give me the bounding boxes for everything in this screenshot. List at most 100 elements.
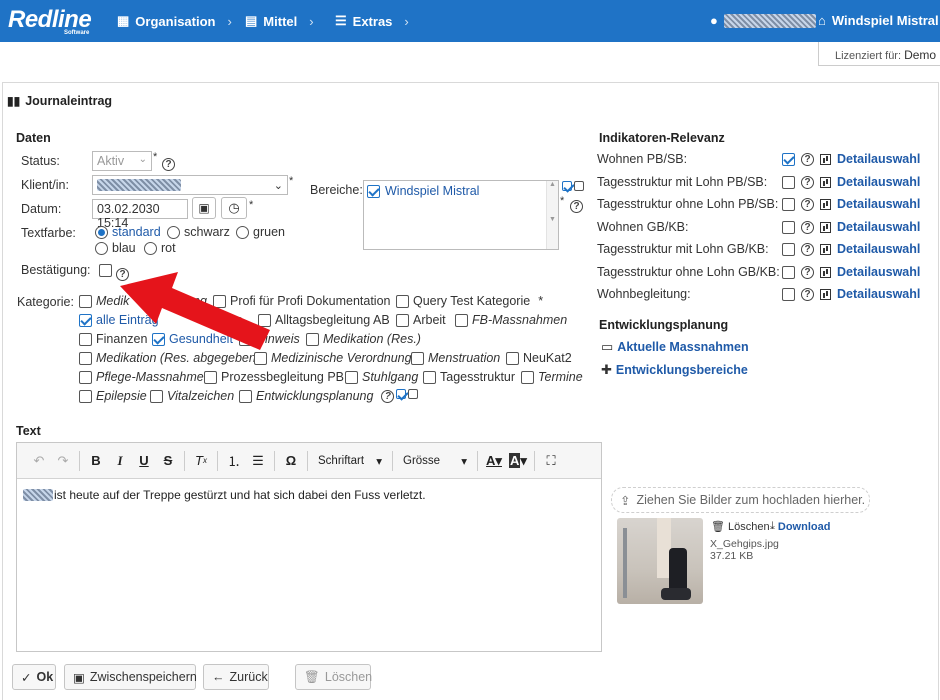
select-all-icon[interactable] (562, 181, 572, 191)
kategorie-item[interactable]: Stuhlgang (345, 370, 418, 384)
underline-button[interactable]: U (132, 449, 156, 473)
font-dropdown[interactable]: Schriftart ▾ (312, 454, 388, 468)
nav-mittel[interactable]: ▤ Mittel › (245, 13, 314, 29)
nav-extras[interactable]: ☰ Extras › (335, 13, 409, 29)
bold-button[interactable]: B (84, 449, 108, 473)
redline-logo[interactable]: Redline Software (8, 6, 92, 36)
entwicklungsbereiche-link[interactable]: ✚ Entwicklungsbereiche (601, 362, 748, 378)
nav-home[interactable]: ⌂ Windspiel Mistral (818, 13, 939, 28)
checkbox-icon (455, 313, 468, 327)
detailauswahl-link[interactable]: Detailauswahl (837, 197, 920, 211)
help-icon[interactable]: ? (801, 287, 814, 301)
page-title: ▮▮ Journaleintrag (7, 94, 113, 108)
color-gruen[interactable]: gruen (236, 225, 285, 239)
klient-select[interactable]: ⌄ (92, 175, 288, 195)
checkbox-checked[interactable] (782, 152, 795, 166)
italic-button[interactable]: I (108, 449, 132, 473)
bullet-list-icon[interactable]: ☰ (246, 449, 270, 473)
kategorie-item[interactable]: Query Test Kategorie * (396, 294, 543, 308)
ok-button[interactable]: ✓ Ok (12, 664, 56, 690)
redo-icon[interactable]: ↷ (51, 449, 75, 473)
image-filesize: 37.21 KB (710, 550, 754, 562)
kategorie-item[interactable]: Entwicklungsplanung? (239, 389, 395, 403)
bestaetigung-checkbox[interactable] (99, 264, 112, 278)
help-icon[interactable]: ? (381, 389, 395, 403)
required-marker: * (289, 175, 294, 187)
chart-icon (820, 176, 831, 188)
kategorie-item[interactable]: Tagesstruktur (423, 370, 515, 384)
kategorie-item[interactable]: Termine (521, 370, 583, 384)
special-char-button[interactable]: Ω (279, 449, 303, 473)
select-none-icon[interactable] (574, 181, 584, 191)
editor-content[interactable]: ist heute auf der Treppe gestürzt und ha… (23, 488, 426, 502)
checkbox-icon[interactable] (782, 175, 795, 189)
help-icon[interactable]: ? (801, 242, 814, 256)
checkbox-icon[interactable] (782, 287, 795, 301)
checkbox-icon[interactable] (782, 197, 795, 211)
help-icon[interactable]: ? (801, 197, 814, 211)
strikethrough-button[interactable]: S (156, 449, 180, 473)
color-rot[interactable]: rot (144, 241, 176, 255)
chevron-right-icon: › (404, 13, 409, 29)
text-color-button[interactable]: A▾ (482, 449, 506, 473)
detailauswahl-link[interactable]: Detailauswahl (837, 242, 920, 256)
background-color-button[interactable]: A ▾ (506, 449, 530, 473)
color-blau[interactable]: blau (95, 241, 136, 255)
aktuelle-massnahmen-link[interactable]: ▭ Aktuelle Massnahmen (601, 339, 749, 355)
undo-icon[interactable]: ↶ (27, 449, 51, 473)
kategorie-item[interactable]: Vitalzeichen (150, 389, 234, 403)
kategorie-item[interactable]: Medikation (Res.) (306, 332, 421, 346)
checkbox-icon (150, 389, 163, 403)
bereiche-scrollbar[interactable]: ▲ ▼ (546, 181, 558, 249)
kategorie-item[interactable]: FB-Massnahmen (455, 313, 567, 327)
color-standard[interactable]: standard (95, 225, 161, 239)
top-navigation: Redline Software ▦ Organisation › ▤ Mitte… (0, 0, 940, 42)
kategorie-item[interactable]: NeuKat2 (506, 351, 572, 365)
image-dropzone[interactable]: ⇪ Ziehen Sie Bilder zum hochladen hierhe… (611, 487, 870, 513)
detailauswahl-link[interactable]: Detailauswahl (837, 152, 920, 166)
maximize-icon[interactable]: ⛶ (539, 449, 563, 473)
bereiche-list[interactable]: Windspiel Mistral ▲ ▼ (363, 180, 559, 250)
image-download-link[interactable]: ⤓ Download (770, 520, 830, 533)
detailauswahl-link[interactable]: Detailauswahl (837, 265, 920, 279)
calendar-button[interactable]: ▣ (192, 197, 216, 219)
book-icon: ▮▮ (7, 94, 21, 108)
kategorie-item[interactable]: Arbeit (396, 313, 446, 327)
caret-down-icon: ▾ (461, 455, 467, 468)
kategorie-item[interactable]: Menstruation (411, 351, 500, 365)
checkbox-icon[interactable] (782, 265, 795, 279)
bereiche-help[interactable]: ? (570, 196, 583, 213)
checkbox-icon[interactable] (782, 242, 795, 256)
status-select[interactable]: Aktiv ⌄ (92, 151, 152, 171)
help-icon[interactable]: ? (801, 175, 814, 189)
back-button[interactable]: ← Zurück (203, 664, 269, 690)
detailauswahl-link[interactable]: Detailauswahl (837, 175, 920, 189)
delete-button[interactable]: 🗑 Löschen (295, 664, 372, 690)
datum-input[interactable]: 03.02.2030 15:14 (92, 199, 188, 230)
kategorie-item[interactable]: Prozessbegleitung PB (204, 370, 344, 384)
status-help[interactable]: ? (162, 154, 175, 171)
color-schwarz[interactable]: schwarz (167, 225, 230, 239)
nav-user[interactable]: ● (710, 13, 816, 28)
image-delete-link[interactable]: 🗑 Löschen (711, 520, 770, 534)
clock-button[interactable]: ◷ (221, 197, 247, 219)
kategorie-item[interactable]: Epilepsie (79, 389, 147, 403)
help-icon[interactable]: ? (801, 265, 814, 279)
numbered-list-icon[interactable]: ⒈ (222, 449, 246, 473)
select-all-icon[interactable] (396, 389, 406, 399)
detailauswahl-link[interactable]: Detailauswahl (837, 220, 920, 234)
detailauswahl-link[interactable]: Detailauswahl (837, 287, 920, 301)
save-draft-button[interactable]: ▣ Zwischenspeichern (64, 664, 197, 690)
size-dropdown[interactable]: Grösse ▾ (397, 454, 473, 468)
clear-format-icon[interactable]: Tx (189, 449, 213, 473)
red-arrow-annotation (120, 272, 270, 350)
radio-unchecked (144, 241, 157, 255)
checkbox-icon[interactable] (782, 220, 795, 234)
help-icon[interactable]: ? (801, 220, 814, 234)
image-thumbnail[interactable] (617, 518, 703, 604)
nav-organisation[interactable]: ▦ Organisation › (117, 13, 232, 29)
help-icon[interactable]: ? (801, 152, 814, 166)
kategorie-item[interactable]: Pflege-Massnahme (79, 370, 204, 384)
bereiche-item[interactable]: Windspiel Mistral (367, 184, 479, 198)
select-none-icon[interactable] (408, 389, 418, 399)
